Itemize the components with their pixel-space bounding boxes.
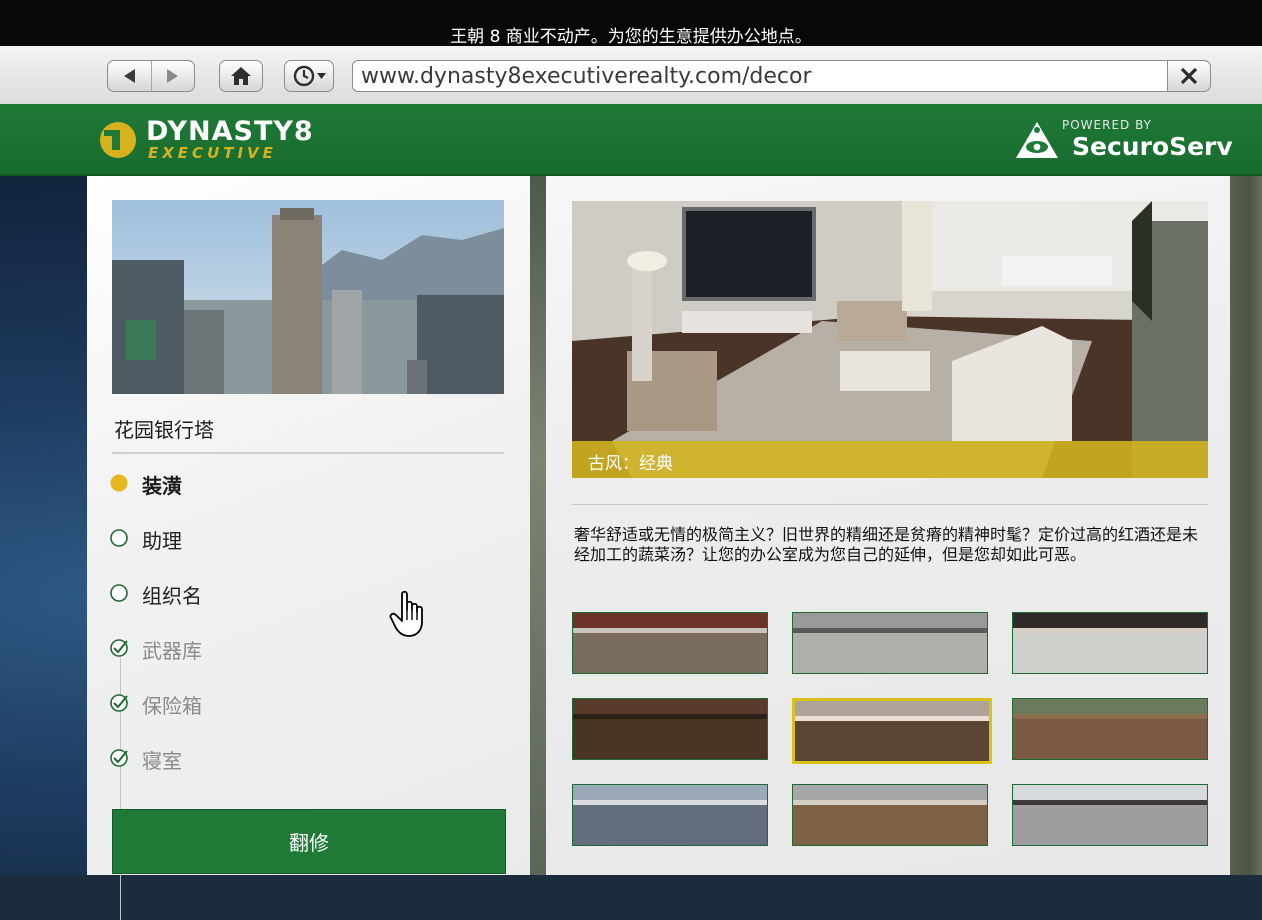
divider xyxy=(112,452,504,454)
step-label: 保险箱 xyxy=(142,694,202,718)
office-decor-preview xyxy=(572,201,1208,478)
site-header: DYNASTY8 EXECUTIVE POWERED BY SecuroServ xyxy=(0,104,1262,176)
swatch-bottom-band xyxy=(573,633,767,673)
renovate-button[interactable]: 翻修 xyxy=(112,809,506,874)
step-safe[interactable]: 保险箱 xyxy=(110,690,410,720)
step-label: 武器库 xyxy=(142,639,202,663)
swatch-top-band xyxy=(573,785,767,800)
panel-gap xyxy=(530,176,546,875)
close-button[interactable] xyxy=(1167,60,1211,92)
divider xyxy=(572,504,1208,505)
url-bar[interactable]: www.dynasty8executiverealty.com/decor xyxy=(352,60,1168,92)
hand-cursor-icon xyxy=(389,590,423,637)
building-name: 花园银行塔 xyxy=(114,418,214,442)
swatch-top-band xyxy=(793,613,987,628)
left-panel: 花园银行塔 装潢 助理 组织名 武器库 保险箱 寝室 翻修 xyxy=(87,176,530,920)
window-title: 王朝 8 商业不动产。为您的生意提供办公地点。 xyxy=(450,27,812,47)
window-title-bar: 王朝 8 商业不动产。为您的生意提供办公地点。 xyxy=(0,0,1262,47)
swatch-bottom-band xyxy=(1013,633,1207,673)
forward-button[interactable] xyxy=(150,61,195,91)
step-label: 寝室 xyxy=(142,749,182,773)
style-caption-text: 古风：经典 xyxy=(588,454,673,474)
back-arrow-icon xyxy=(123,69,135,83)
swatch-bottom-band xyxy=(1013,805,1207,845)
logo-line2: EXECUTIVE xyxy=(148,144,277,162)
step-label: 组织名 xyxy=(142,584,202,608)
powered-by-label: POWERED BY xyxy=(1062,118,1153,132)
decor-swatch[interactable] xyxy=(1012,784,1208,846)
decor-swatch[interactable] xyxy=(792,612,988,674)
clock-history-icon xyxy=(293,65,314,87)
active-dot-icon xyxy=(110,474,128,492)
right-edge-background xyxy=(1230,176,1262,875)
right-panel: 古风：经典 奢华舒适或无情的极简主义？旧世界的精细还是贫瘠的精神时髦？定价过高的… xyxy=(546,176,1230,875)
swatch-top-band xyxy=(795,701,989,716)
close-x-icon xyxy=(1180,67,1198,85)
url-text[interactable]: www.dynasty8executiverealty.com/decor xyxy=(361,64,812,89)
decor-swatch[interactable] xyxy=(572,698,768,760)
step-org-name[interactable]: 组织名 xyxy=(110,580,410,610)
home-button[interactable] xyxy=(219,60,263,92)
decor-swatch[interactable] xyxy=(1012,698,1208,760)
check-circle-icon xyxy=(110,749,128,767)
step-label: 助理 xyxy=(142,529,182,553)
decor-swatch[interactable] xyxy=(572,784,768,846)
swatch-top-band xyxy=(793,785,987,800)
empty-circle-icon xyxy=(110,584,128,602)
securoserv-name: SecuroServ xyxy=(1072,132,1233,161)
check-circle-icon xyxy=(110,639,128,657)
step-label: 装潢 xyxy=(142,474,182,498)
home-icon xyxy=(231,67,251,85)
step-bedroom[interactable]: 寝室 xyxy=(110,745,410,775)
building-photo xyxy=(112,200,504,394)
decor-description: 奢华舒适或无情的极简主义？旧世界的精细还是贫瘠的精神时髦？定价过高的红酒还是未经… xyxy=(574,525,1199,564)
browser-toolbar: www.dynasty8executiverealty.com/decor xyxy=(0,46,1262,105)
back-button[interactable] xyxy=(108,61,151,91)
empty-circle-icon xyxy=(110,529,128,547)
step-decor[interactable]: 装潢 xyxy=(110,470,410,500)
securoserv-badge: POWERED BY SecuroServ xyxy=(1014,118,1233,164)
swatch-top-band xyxy=(1013,699,1207,714)
decor-swatch[interactable] xyxy=(572,612,768,674)
nav-button-group xyxy=(107,60,195,92)
swatch-bottom-band xyxy=(573,719,767,759)
decor-swatch[interactable] xyxy=(1012,612,1208,674)
securoserv-eye-icon xyxy=(1016,122,1058,158)
chevron-down-icon xyxy=(316,73,326,79)
step-assistant[interactable]: 助理 xyxy=(110,525,410,555)
swatch-top-band xyxy=(1013,785,1207,800)
decor-swatch[interactable] xyxy=(792,784,988,846)
swatch-bottom-band xyxy=(1013,719,1207,759)
swatch-top-band xyxy=(1013,613,1207,628)
swatch-bottom-band xyxy=(795,721,989,761)
swatch-bottom-band xyxy=(573,805,767,845)
decor-swatch[interactable] xyxy=(792,698,992,764)
dynasty8-logo-icon xyxy=(100,122,136,158)
swatch-bottom-band xyxy=(793,805,987,845)
swatch-top-band xyxy=(573,699,767,714)
swatch-top-band xyxy=(573,613,767,628)
logo-line1: DYNASTY8 xyxy=(146,116,314,147)
forward-arrow-icon xyxy=(167,69,179,83)
style-caption: 古风：经典 xyxy=(572,441,1208,478)
history-button[interactable] xyxy=(284,60,334,92)
step-armory[interactable]: 武器库 xyxy=(110,635,410,665)
swatch-bottom-band xyxy=(793,633,987,673)
check-circle-icon xyxy=(110,694,128,712)
